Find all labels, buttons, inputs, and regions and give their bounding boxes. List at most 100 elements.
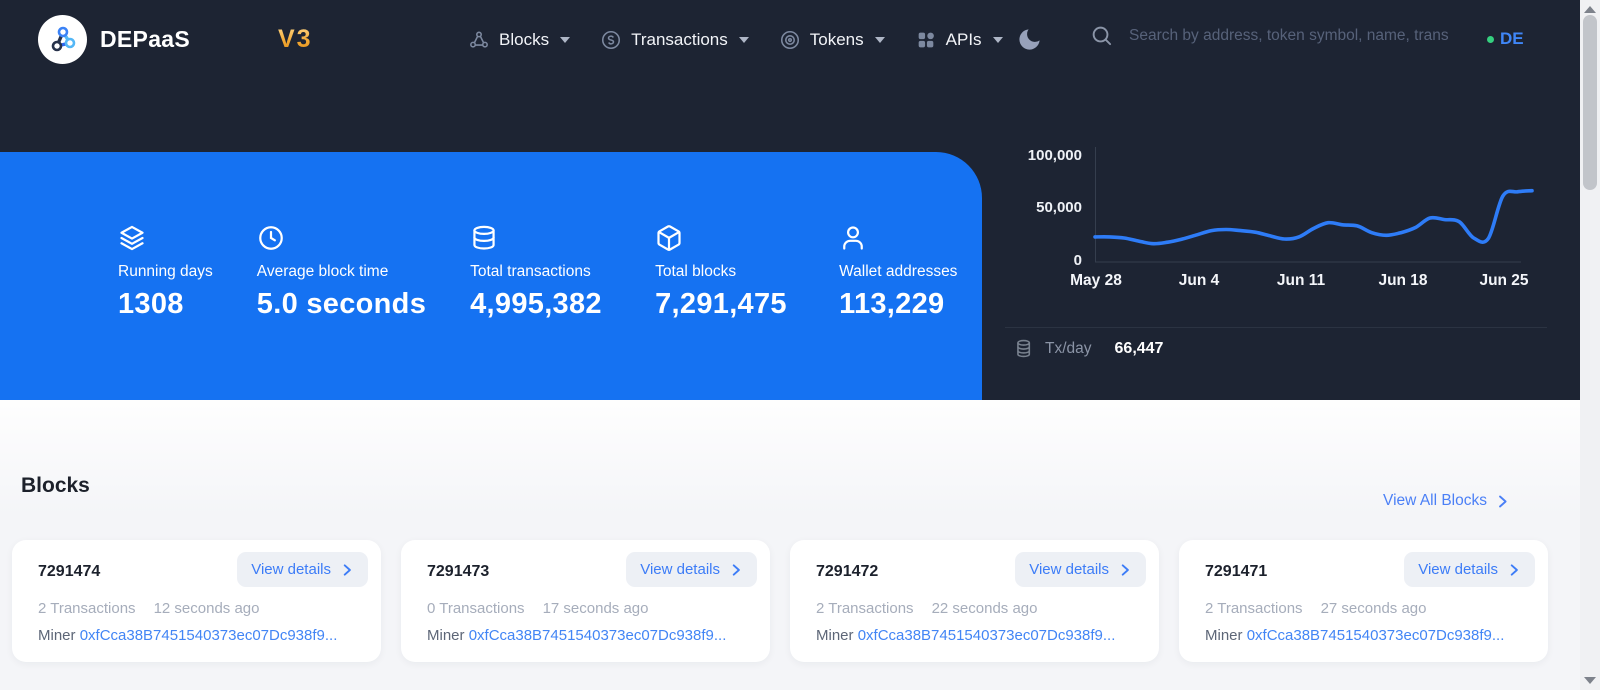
navbar: DEPaaS V3 Blocks xyxy=(0,0,1580,80)
tokens-icon xyxy=(779,29,801,51)
nav-links: Blocks Transactions xyxy=(468,0,1003,80)
block-age: 12 seconds ago xyxy=(154,600,260,617)
coins-icon xyxy=(1014,338,1035,359)
x-axis-tick: Jun 11 xyxy=(1277,272,1325,290)
tx-per-day-row: Tx/day 66,447 xyxy=(1014,338,1163,359)
stat-average-block-time: Average block time 5.0 seconds xyxy=(257,224,426,400)
stat-running-days: Running days 1308 xyxy=(118,224,213,400)
miner-address-link[interactable]: 0xfCca38B7451540373ec07Dc938f9... xyxy=(80,627,338,644)
user-icon xyxy=(839,224,957,256)
view-details-button[interactable]: View details xyxy=(1015,552,1146,587)
search-input[interactable] xyxy=(1129,27,1449,45)
chevron-down-icon xyxy=(739,37,749,43)
tx-per-day-label: Tx/day xyxy=(1045,340,1092,358)
chevron-right-icon xyxy=(729,563,743,577)
chevron-down-icon xyxy=(560,37,570,43)
nav-item-label: Transactions xyxy=(631,30,728,50)
blockchain-explorer-page: DEPaaS V3 Blocks xyxy=(0,0,1600,690)
version-badge: V3 xyxy=(278,25,313,54)
network-label: DE xyxy=(1500,29,1524,49)
chevron-down-icon xyxy=(875,37,885,43)
block-tx-count: 2 Transactions xyxy=(1205,600,1303,617)
cube-icon xyxy=(655,224,795,256)
stat-value: 5.0 seconds xyxy=(257,288,426,321)
scrollbar-thumb[interactable] xyxy=(1583,15,1597,190)
chevron-right-icon xyxy=(340,563,354,577)
block-age: 22 seconds ago xyxy=(932,600,1038,617)
stat-total-transactions: Total transactions 4,995,382 xyxy=(470,224,611,400)
x-axis-tick: May 28 xyxy=(1070,272,1122,290)
nav-item-tokens[interactable]: Tokens xyxy=(779,29,885,51)
status-dot-icon xyxy=(1487,36,1494,43)
block-tx-count: 2 Transactions xyxy=(816,600,914,617)
view-details-button[interactable]: View details xyxy=(237,552,368,587)
stat-wallet-addresses: Wallet addresses 113,229 xyxy=(839,224,957,400)
view-details-label: View details xyxy=(640,561,720,578)
stat-label: Running days xyxy=(118,263,213,281)
stat-value: 1308 xyxy=(118,288,213,321)
vertical-scrollbar[interactable] xyxy=(1580,0,1600,690)
x-axis-tick: Jun 25 xyxy=(1479,272,1528,290)
stat-label: Average block time xyxy=(257,263,426,281)
nav-item-label: Tokens xyxy=(810,30,864,50)
miner-address-link[interactable]: 0xfCca38B7451540373ec07Dc938f9... xyxy=(469,627,727,644)
stat-label: Total transactions xyxy=(470,263,611,281)
apis-icon xyxy=(915,29,937,51)
chevron-down-icon xyxy=(993,37,1003,43)
divider xyxy=(1005,327,1547,328)
miner-label: Miner xyxy=(1205,627,1243,644)
search-icon[interactable] xyxy=(1090,24,1113,47)
view-all-blocks-link[interactable]: View All Blocks xyxy=(1383,492,1510,510)
miner-label: Miner xyxy=(427,627,465,644)
block-card: 7291471 View details 2 Transactions 27 s… xyxy=(1179,540,1548,662)
blocks-icon xyxy=(468,29,490,51)
miner-address-link[interactable]: 0xfCca38B7451540373ec07Dc938f9... xyxy=(858,627,1116,644)
chevron-right-icon xyxy=(1118,563,1132,577)
view-all-blocks-label: View All Blocks xyxy=(1383,492,1487,510)
layers-icon xyxy=(118,224,213,256)
tx-per-day-chart xyxy=(1095,145,1535,267)
network-selector[interactable]: DE xyxy=(1487,29,1524,49)
miner-label: Miner xyxy=(38,627,76,644)
tx-per-day-value: 66,447 xyxy=(1115,340,1164,358)
hero-dark-panel: DEPaaS V3 Blocks xyxy=(0,0,1580,400)
miner-address-link[interactable]: 0xfCca38B7451540373ec07Dc938f9... xyxy=(1247,627,1505,644)
x-axis-tick: Jun 18 xyxy=(1378,272,1427,290)
database-icon xyxy=(470,224,611,256)
stat-value: 7,291,475 xyxy=(655,288,795,321)
brand-name[interactable]: DEPaaS xyxy=(100,26,190,53)
y-axis-tick: 0 xyxy=(1010,252,1082,269)
y-axis-tick: 50,000 xyxy=(1010,199,1082,216)
nav-item-label: Blocks xyxy=(499,30,549,50)
brand-logo-icon[interactable] xyxy=(38,15,87,64)
block-card: 7291473 View details 0 Transactions 17 s… xyxy=(401,540,770,662)
nav-item-transactions[interactable]: Transactions xyxy=(600,29,749,51)
block-tx-count: 0 Transactions xyxy=(427,600,525,617)
tx-chart-line xyxy=(1095,191,1532,244)
nav-item-blocks[interactable]: Blocks xyxy=(468,29,570,51)
nav-item-apis[interactable]: APIs xyxy=(915,29,1003,51)
miner-label: Miner xyxy=(816,627,854,644)
nav-item-label: APIs xyxy=(946,30,982,50)
y-axis-tick: 100,000 xyxy=(1010,147,1082,164)
chevron-right-icon xyxy=(1507,563,1521,577)
view-details-label: View details xyxy=(1029,561,1109,578)
blocks-section: Blocks View All Blocks 7291474 View deta… xyxy=(0,400,1580,690)
block-tx-count: 2 Transactions xyxy=(38,600,136,617)
search-bar xyxy=(1090,24,1460,47)
view-details-label: View details xyxy=(251,561,331,578)
view-details-button[interactable]: View details xyxy=(1404,552,1535,587)
stat-label: Wallet addresses xyxy=(839,263,957,281)
view-details-button[interactable]: View details xyxy=(626,552,757,587)
clock-icon xyxy=(257,224,426,256)
block-card: 7291472 View details 2 Transactions 22 s… xyxy=(790,540,1159,662)
scroll-up-arrow-icon[interactable] xyxy=(1584,6,1596,13)
chevron-right-icon xyxy=(1495,494,1510,509)
theme-toggle-moon-icon[interactable] xyxy=(1016,26,1043,53)
block-cards-row: 7291474 View details 2 Transactions 12 s… xyxy=(12,540,1548,662)
stat-value: 113,229 xyxy=(839,288,957,321)
transactions-icon xyxy=(600,29,622,51)
stat-value: 4,995,382 xyxy=(470,288,611,321)
block-age: 27 seconds ago xyxy=(1321,600,1427,617)
scroll-down-arrow-icon[interactable] xyxy=(1584,677,1596,684)
